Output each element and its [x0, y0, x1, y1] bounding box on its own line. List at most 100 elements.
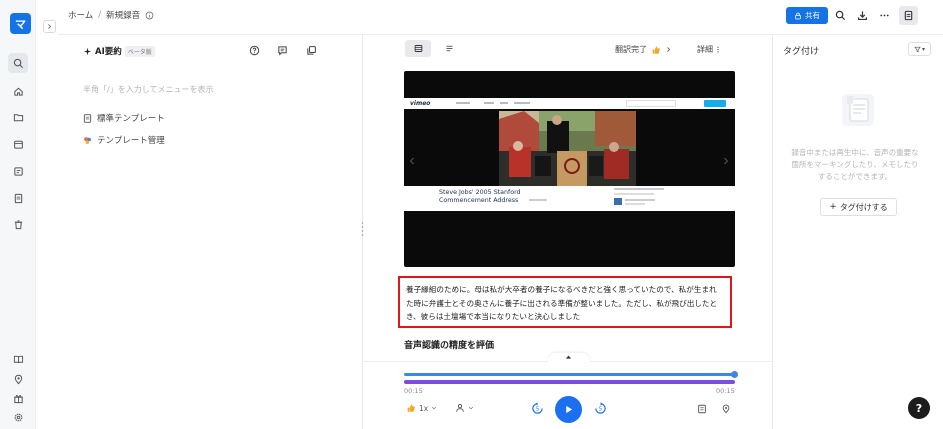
- thumbs-up-icon: [407, 404, 415, 412]
- site-action-button: [704, 100, 726, 107]
- video-player[interactable]: vimeo Steve Jobs' 2005 Stanford Commence…: [404, 71, 735, 267]
- drag-handle-icon[interactable]: [360, 220, 365, 240]
- palette-icon: [84, 136, 91, 144]
- more-vertical-icon: [717, 46, 719, 53]
- chevron-down-icon: [468, 406, 474, 410]
- tag-filter-label: ▾: [921, 45, 925, 53]
- standard-template-label: 標準テンプレート: [97, 114, 165, 124]
- details-label: 詳細: [697, 45, 713, 54]
- search-icon[interactable]: [8, 53, 28, 73]
- info-icon[interactable]: [145, 11, 154, 20]
- plus-icon: +: [829, 202, 837, 212]
- collapse-sidebar-button[interactable]: [43, 20, 56, 33]
- speed-value: 1x: [419, 403, 429, 413]
- notes-panel-icon[interactable]: [899, 6, 918, 25]
- add-tag-button[interactable]: + タグ付けする: [820, 198, 897, 216]
- template-manage-label: テンプレート管理: [97, 136, 165, 146]
- video-frame-icon: [414, 45, 422, 52]
- accuracy-eval-title[interactable]: 音声認識の精度を評価: [404, 338, 494, 351]
- svg-text:5: 5: [536, 407, 539, 413]
- svg-text:5: 5: [599, 407, 602, 413]
- video-title: Steve Jobs' 2005 Stanford Commencement A…: [439, 189, 521, 205]
- rewind-icon[interactable]: 5: [531, 402, 544, 415]
- breadcrumb: ホーム / 新規録音: [68, 9, 154, 21]
- thumbs-up-icon: [652, 45, 660, 54]
- more-icon[interactable]: [878, 9, 891, 22]
- site-logo: vimeo: [410, 100, 431, 107]
- right-header-border: [773, 34, 943, 35]
- person-icon: [456, 404, 464, 412]
- help-circle-icon[interactable]: [249, 45, 260, 56]
- search-icon[interactable]: [834, 9, 847, 22]
- playback-progress-bar[interactable]: [404, 373, 735, 376]
- expand-controls-toggle[interactable]: [548, 353, 590, 362]
- breadcrumb-home[interactable]: ホーム: [68, 9, 93, 21]
- ai-summary-title: AI要約 ベータ版: [83, 45, 155, 57]
- tag-empty-message: 録音中または再生中に、音声の重要な箇所をマーキングしたり、メモしたりすることがで…: [791, 148, 919, 181]
- download-icon[interactable]: [856, 9, 869, 22]
- embedded-site-info: Steve Jobs' 2005 Stanford Commencement A…: [404, 186, 735, 211]
- location-icon[interactable]: [721, 404, 731, 414]
- app-logo[interactable]: マ: [10, 13, 31, 34]
- video-view-tab[interactable]: [405, 40, 431, 57]
- template-manage-item[interactable]: テンプレート管理: [83, 134, 165, 146]
- playback-speed-select[interactable]: 1x: [406, 403, 437, 413]
- standard-template-item[interactable]: 標準テンプレート: [83, 112, 165, 124]
- add-tag-label: タグ付けする: [839, 202, 888, 212]
- left-rail: マ: [0, 0, 36, 429]
- sparkle-icon: [83, 47, 92, 55]
- ai-input-hint[interactable]: 半角「/」を入力してメニューを表示: [83, 84, 213, 95]
- text-lines-icon: [446, 45, 452, 52]
- book-icon[interactable]: [10, 351, 26, 367]
- video-title-line-2: Commencement Address: [439, 197, 519, 204]
- chat-icon[interactable]: [277, 45, 288, 56]
- share-button[interactable]: 共有: [786, 7, 828, 24]
- speaker-select[interactable]: [455, 403, 474, 413]
- chevron-down-icon: [432, 406, 437, 410]
- list-doc-icon[interactable]: [10, 190, 26, 206]
- transcript-segment[interactable]: 養子縁組のために。母は私が大卒者の養子になるべきだと強く思っていたので、私が生ま…: [398, 276, 732, 328]
- prev-arrow-icon: [409, 157, 414, 165]
- waveform-track[interactable]: [404, 380, 735, 384]
- tag-pane-title: タグ付け: [783, 47, 820, 57]
- location-icon[interactable]: [10, 371, 26, 387]
- next-arrow-icon: [724, 157, 729, 165]
- lock-icon: [795, 12, 801, 19]
- folder-icon[interactable]: [10, 109, 26, 125]
- chevron-right-icon: [667, 47, 671, 52]
- details-menu[interactable]: 詳細: [697, 44, 720, 55]
- trash-icon[interactable]: [10, 216, 26, 232]
- breadcrumb-current: 新規録音: [106, 11, 141, 21]
- total-time: 00:15: [716, 387, 735, 395]
- translation-status-label: 翻訳完了: [615, 45, 647, 54]
- tag-filter-button[interactable]: ▾: [908, 42, 931, 56]
- gift-icon[interactable]: [10, 390, 26, 406]
- help-button[interactable]: ?: [908, 397, 930, 419]
- chevron-right-icon: [48, 24, 52, 29]
- settings-icon[interactable]: [10, 409, 26, 425]
- edit-note-icon[interactable]: [10, 163, 26, 179]
- forward-icon[interactable]: 5: [594, 402, 607, 415]
- share-label: 共有: [805, 11, 820, 20]
- video-title-line-1: Steve Jobs' 2005 Stanford: [439, 189, 521, 196]
- text-view-tab[interactable]: [437, 40, 461, 57]
- ai-summary-label: AI要約: [95, 47, 122, 57]
- pane-divider-right[interactable]: [772, 34, 773, 429]
- home-icon[interactable]: [10, 83, 26, 99]
- note-icon[interactable]: [697, 404, 707, 414]
- breadcrumb-separator: /: [98, 10, 102, 20]
- document-icon: [83, 113, 92, 123]
- progress-handle[interactable]: [731, 371, 738, 378]
- filter-icon: [914, 46, 921, 52]
- beta-badge: ベータ版: [124, 45, 155, 57]
- ai-summary-pane: AI要約 ベータ版 半角「/」を入力してメニューを表示 標準テンプレート テンプ…: [58, 34, 362, 429]
- play-icon: [566, 405, 573, 414]
- empty-tags-illustration: [842, 94, 874, 126]
- copy-icon[interactable]: [306, 45, 317, 56]
- play-button[interactable]: [555, 396, 582, 423]
- calendar-icon[interactable]: [10, 136, 26, 152]
- current-time: 00:15: [404, 387, 423, 395]
- embedded-site-header: vimeo: [404, 98, 735, 109]
- translation-status[interactable]: 翻訳完了: [615, 44, 672, 55]
- embedded-side-list: [614, 188, 684, 208]
